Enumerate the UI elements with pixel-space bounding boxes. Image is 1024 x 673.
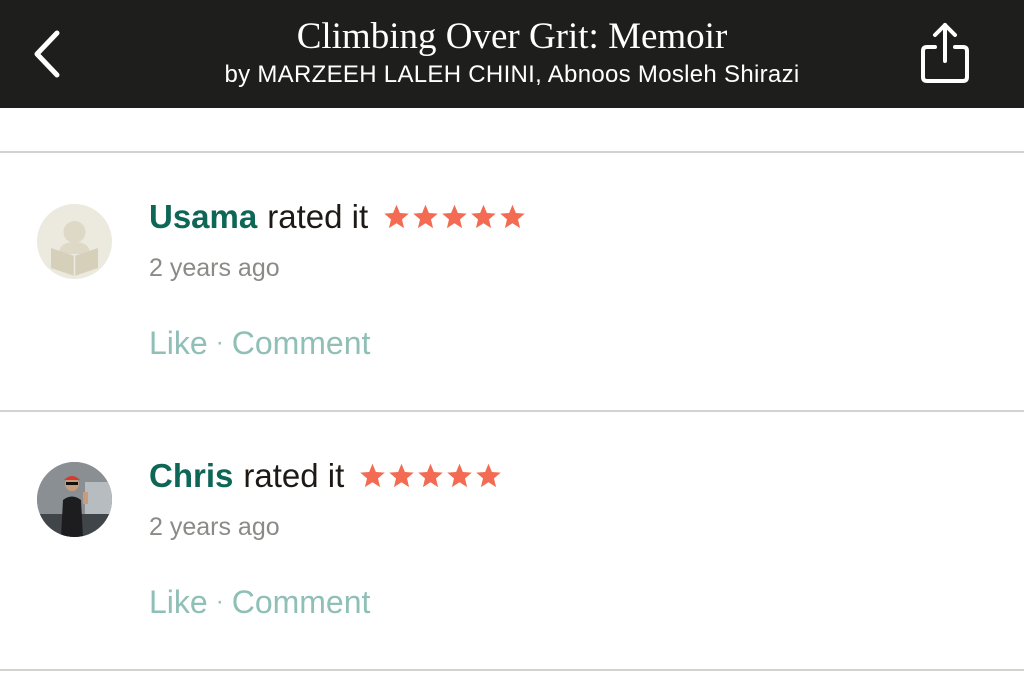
username-link[interactable]: Chris bbox=[149, 456, 233, 496]
separator-dot: · bbox=[215, 588, 224, 615]
activity-text: rated it bbox=[267, 198, 369, 235]
activity-text: rated it bbox=[243, 457, 345, 494]
share-button[interactable] bbox=[912, 18, 978, 88]
activity-line: Usama rated it bbox=[149, 197, 527, 237]
star-icon bbox=[471, 204, 496, 229]
star-icon bbox=[476, 463, 501, 488]
star-icon bbox=[500, 204, 525, 229]
timestamp: 2 years ago bbox=[149, 513, 280, 541]
app-header: Climbing Over Grit: Memoir by MARZEEH LA… bbox=[0, 0, 1024, 108]
action-row: Like · Comment bbox=[149, 582, 370, 622]
star-icon bbox=[413, 204, 438, 229]
activity-item: Usama rated it 2 years ago Like · Commen… bbox=[0, 153, 1024, 411]
star-rating bbox=[358, 462, 503, 490]
star-icon bbox=[418, 463, 443, 488]
avatar[interactable] bbox=[37, 462, 112, 537]
like-button[interactable]: Like bbox=[149, 323, 208, 363]
username-link[interactable]: Usama bbox=[149, 197, 257, 237]
action-row: Like · Comment bbox=[149, 323, 370, 363]
comment-button[interactable]: Comment bbox=[232, 323, 371, 363]
star-icon bbox=[447, 463, 472, 488]
book-authors: by MARZEEH LALEH CHINI, Abnoos Mosleh Sh… bbox=[224, 61, 800, 88]
star-icon bbox=[389, 463, 414, 488]
chevron-left-icon bbox=[34, 30, 60, 78]
divider bbox=[0, 669, 1024, 671]
star-icon bbox=[384, 204, 409, 229]
activity-item: Chris rated it 2 years ago Like · Commen… bbox=[0, 412, 1024, 670]
comment-button[interactable]: Comment bbox=[232, 582, 371, 622]
star-icon bbox=[442, 204, 467, 229]
user-photo bbox=[37, 462, 112, 537]
like-button[interactable]: Like bbox=[149, 582, 208, 622]
activity-line: Chris rated it bbox=[149, 456, 503, 496]
header-title-block: Climbing Over Grit: Memoir by MARZEEH LA… bbox=[140, 14, 884, 90]
avatar[interactable] bbox=[37, 204, 112, 279]
share-icon bbox=[921, 23, 969, 83]
star-icon bbox=[360, 463, 385, 488]
back-button[interactable] bbox=[22, 26, 72, 82]
reader-avatar-icon bbox=[51, 221, 98, 276]
star-rating bbox=[382, 203, 527, 231]
book-title: Climbing Over Grit: Memoir bbox=[296, 16, 728, 57]
separator-dot: · bbox=[215, 329, 224, 356]
timestamp: 2 years ago bbox=[149, 254, 280, 282]
